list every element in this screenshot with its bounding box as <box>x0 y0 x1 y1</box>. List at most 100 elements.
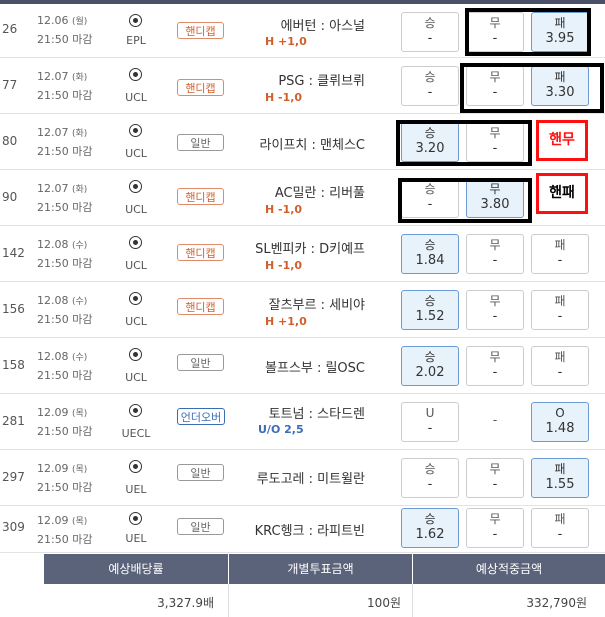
match-date: 12.09 (목) 21:50 마감 <box>37 462 93 494</box>
handicap-value: H -1,0 <box>265 259 303 272</box>
highlight-box <box>460 63 604 113</box>
match-date: 12.09 (목) 21:50 마감 <box>37 514 93 546</box>
odds-win-button[interactable]: 승 1.62 <box>401 508 459 548</box>
soccer-ball-icon <box>129 292 142 305</box>
match-name[interactable]: PSG : 클뤼브뤼 <box>278 70 365 89</box>
annotation-note: 핸패 <box>536 173 588 214</box>
table-row: 297 12.09 (목) 21:50 마감 UEL 일반 루도고레 : 미트윌란… <box>0 450 605 506</box>
match-name[interactable]: 볼프스부 : 릴OSC <box>265 357 365 376</box>
league-label: UCL <box>125 203 147 216</box>
match-name[interactable]: AC밀란 : 리버풀 <box>275 182 365 201</box>
match-date: 12.08 (수) 21:50 마감 <box>37 350 93 382</box>
odds-win-button[interactable]: 승 1.84 <box>401 234 459 274</box>
over-under-line: U/O 2,5 <box>258 423 304 436</box>
match-name[interactable]: 잘츠부르 : 세비야 <box>269 294 365 313</box>
summary-header-odds: 예상배당률 <box>44 554 228 584</box>
bet-type-tag: 핸디캡 <box>177 188 224 205</box>
match-name[interactable]: SL벤피카 : D키예프 <box>255 238 365 257</box>
bet-type-tag: 일반 <box>177 354 224 371</box>
table-row: 309 12.09 (목) 21:50 마감 UEL 일반 KRC헹크 : 라피트… <box>0 506 605 553</box>
odds-loss-button[interactable]: 패 1.55 <box>531 458 589 498</box>
league-label: UECL <box>121 427 151 440</box>
total-odds-value: 3,327.9배 <box>157 596 214 610</box>
odds-win-button[interactable]: 승- <box>401 66 459 106</box>
league-label: UCL <box>125 371 147 384</box>
table-row: 77 12.07 (화) 21:50 마감 UCL 핸디캡 PSG : 클뤼브뤼 … <box>0 58 605 114</box>
bet-summary: 예상배당률 개별투표금액 예상적중금액 3,327.9배 100원 332,79… <box>44 554 605 617</box>
odds-win-button[interactable]: 승 1.52 <box>401 290 459 330</box>
bet-type-tag: 일반 <box>177 518 224 535</box>
match-date: 12.08 (수) 21:50 마감 <box>37 294 93 326</box>
match-name[interactable]: 루도고레 : 미트윌란 <box>257 468 365 487</box>
match-number: 297 <box>2 470 25 484</box>
match-date: 12.07 (화) 21:50 마감 <box>37 126 93 158</box>
soccer-ball-icon <box>129 68 142 81</box>
odds-loss-button[interactable]: 패- <box>531 234 589 274</box>
match-number: 77 <box>2 78 18 92</box>
odds-draw-button[interactable]: 무- <box>466 508 524 548</box>
bet-type-tag: 핸디캡 <box>177 79 224 96</box>
match-number: 26 <box>2 22 18 36</box>
odds-draw-button[interactable]: 무- <box>466 234 524 274</box>
bet-type-tag: 핸디캡 <box>177 298 224 315</box>
summary-header-payout: 예상적중금액 <box>413 554 605 584</box>
odds-under-button[interactable]: U- <box>401 402 459 442</box>
highlight-box <box>465 8 591 56</box>
annotation-note: 핸무 <box>536 120 588 161</box>
bet-type-tag: 언더오버 <box>177 408 225 425</box>
soccer-ball-icon <box>129 404 142 417</box>
match-number: 156 <box>2 302 25 316</box>
match-number: 142 <box>2 246 25 260</box>
odds-win-button[interactable]: 승- <box>401 458 459 498</box>
league-label: EPL <box>126 34 146 47</box>
league-label: UEL <box>125 532 147 545</box>
soccer-ball-icon <box>129 348 142 361</box>
soccer-ball-icon <box>129 236 142 249</box>
table-row: 158 12.08 (수) 21:50 마감 UCL 일반 볼프스부 : 릴OSC… <box>0 338 605 394</box>
odds-win-button[interactable]: 승- <box>401 12 459 52</box>
odds-draw-button[interactable]: 무- <box>466 458 524 498</box>
match-name[interactable]: 라이프치 : 맨체스C <box>260 134 365 153</box>
match-number: 309 <box>2 520 25 534</box>
match-date: 12.07 (화) 21:50 마감 <box>37 70 93 102</box>
stake-amount-value: 100원 <box>367 596 401 610</box>
bet-type-tag: 핸디캡 <box>177 244 224 261</box>
match-number: 90 <box>2 190 18 204</box>
handicap-value: H -1,0 <box>265 203 303 216</box>
match-date: 12.08 (수) 21:50 마감 <box>37 238 93 270</box>
table-row: 90 12.07 (화) 21:50 마감 UCL 핸디캡 AC밀란 : 리버풀 … <box>0 170 605 226</box>
league-label: UEL <box>125 483 147 496</box>
match-number: 158 <box>2 358 25 372</box>
odds-draw-button[interactable]: 무- <box>466 290 524 330</box>
match-number: 281 <box>2 414 25 428</box>
bet-type-tag: 일반 <box>177 134 224 151</box>
soccer-ball-icon <box>129 124 142 137</box>
match-name[interactable]: KRC헹크 : 라피트빈 <box>255 520 365 539</box>
expected-payout-value: 332,790원 <box>526 596 587 610</box>
match-name[interactable]: 토트넘 : 스타드렌 <box>269 403 365 422</box>
odds-draw-button[interactable]: 무- <box>466 346 524 386</box>
highlight-box <box>398 178 532 223</box>
match-name[interactable]: 에버턴 : 아스널 <box>281 15 365 34</box>
match-date: 12.09 (목) 21:50 마감 <box>37 406 93 438</box>
soccer-ball-icon <box>129 512 142 525</box>
table-row: 80 12.07 (화) 21:50 마감 UCL 일반 라이프치 : 맨체스C … <box>0 114 605 170</box>
bet-type-tag: 일반 <box>177 464 224 481</box>
odds-loss-button[interactable]: 패- <box>531 346 589 386</box>
table-row: 142 12.08 (수) 21:50 마감 UCL 핸디캡 SL벤피카 : D키… <box>0 226 605 282</box>
odds-loss-button[interactable]: 패- <box>531 290 589 330</box>
soccer-ball-icon <box>129 180 142 193</box>
match-date: 12.06 (월) 21:50 마감 <box>37 14 93 46</box>
odds-loss-button[interactable]: 패- <box>531 508 589 548</box>
table-row: 281 12.09 (목) 21:50 마감 UECL 언더오버 토트넘 : 스타… <box>0 394 605 450</box>
handicap-value: H -1,0 <box>265 91 303 104</box>
handicap-value: H +1,0 <box>265 315 307 328</box>
odds-over-button[interactable]: O 1.48 <box>531 402 589 442</box>
soccer-ball-icon <box>129 14 142 27</box>
table-row: 26 12.06 (월) 21:50 마감 EPL 핸디캡 에버턴 : 아스널 H… <box>0 4 605 58</box>
bet-type-tag: 핸디캡 <box>177 22 224 39</box>
league-label: UCL <box>125 147 147 160</box>
league-label: UCL <box>125 315 147 328</box>
highlight-box <box>396 120 532 166</box>
odds-win-button[interactable]: 승 2.02 <box>401 346 459 386</box>
